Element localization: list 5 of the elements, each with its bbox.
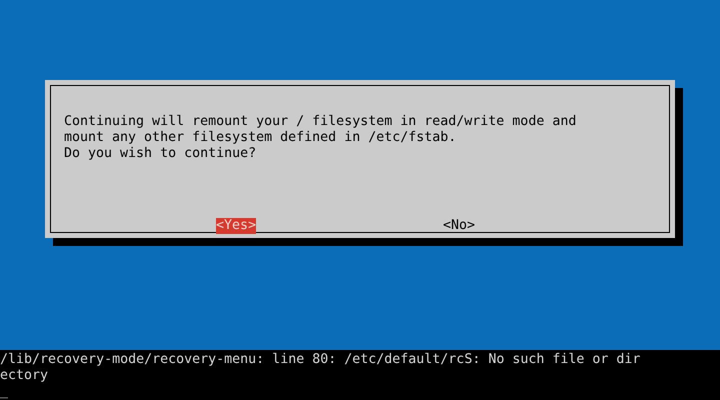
- dialog-button[interactable]: <No>: [443, 218, 476, 234]
- console-line: ectory: [0, 368, 48, 384]
- console-cursor: _: [0, 384, 8, 400]
- console-line: /lib/recovery-mode/recovery-menu: line 80: /etc/default/rcS: No such file or dir: [0, 352, 640, 368]
- dialog-message: Continuing will remount your / filesystem in read/write mode and mount any other filesystem defined in /etc/fstab. Do you wish to continue?: [64, 114, 578, 162]
